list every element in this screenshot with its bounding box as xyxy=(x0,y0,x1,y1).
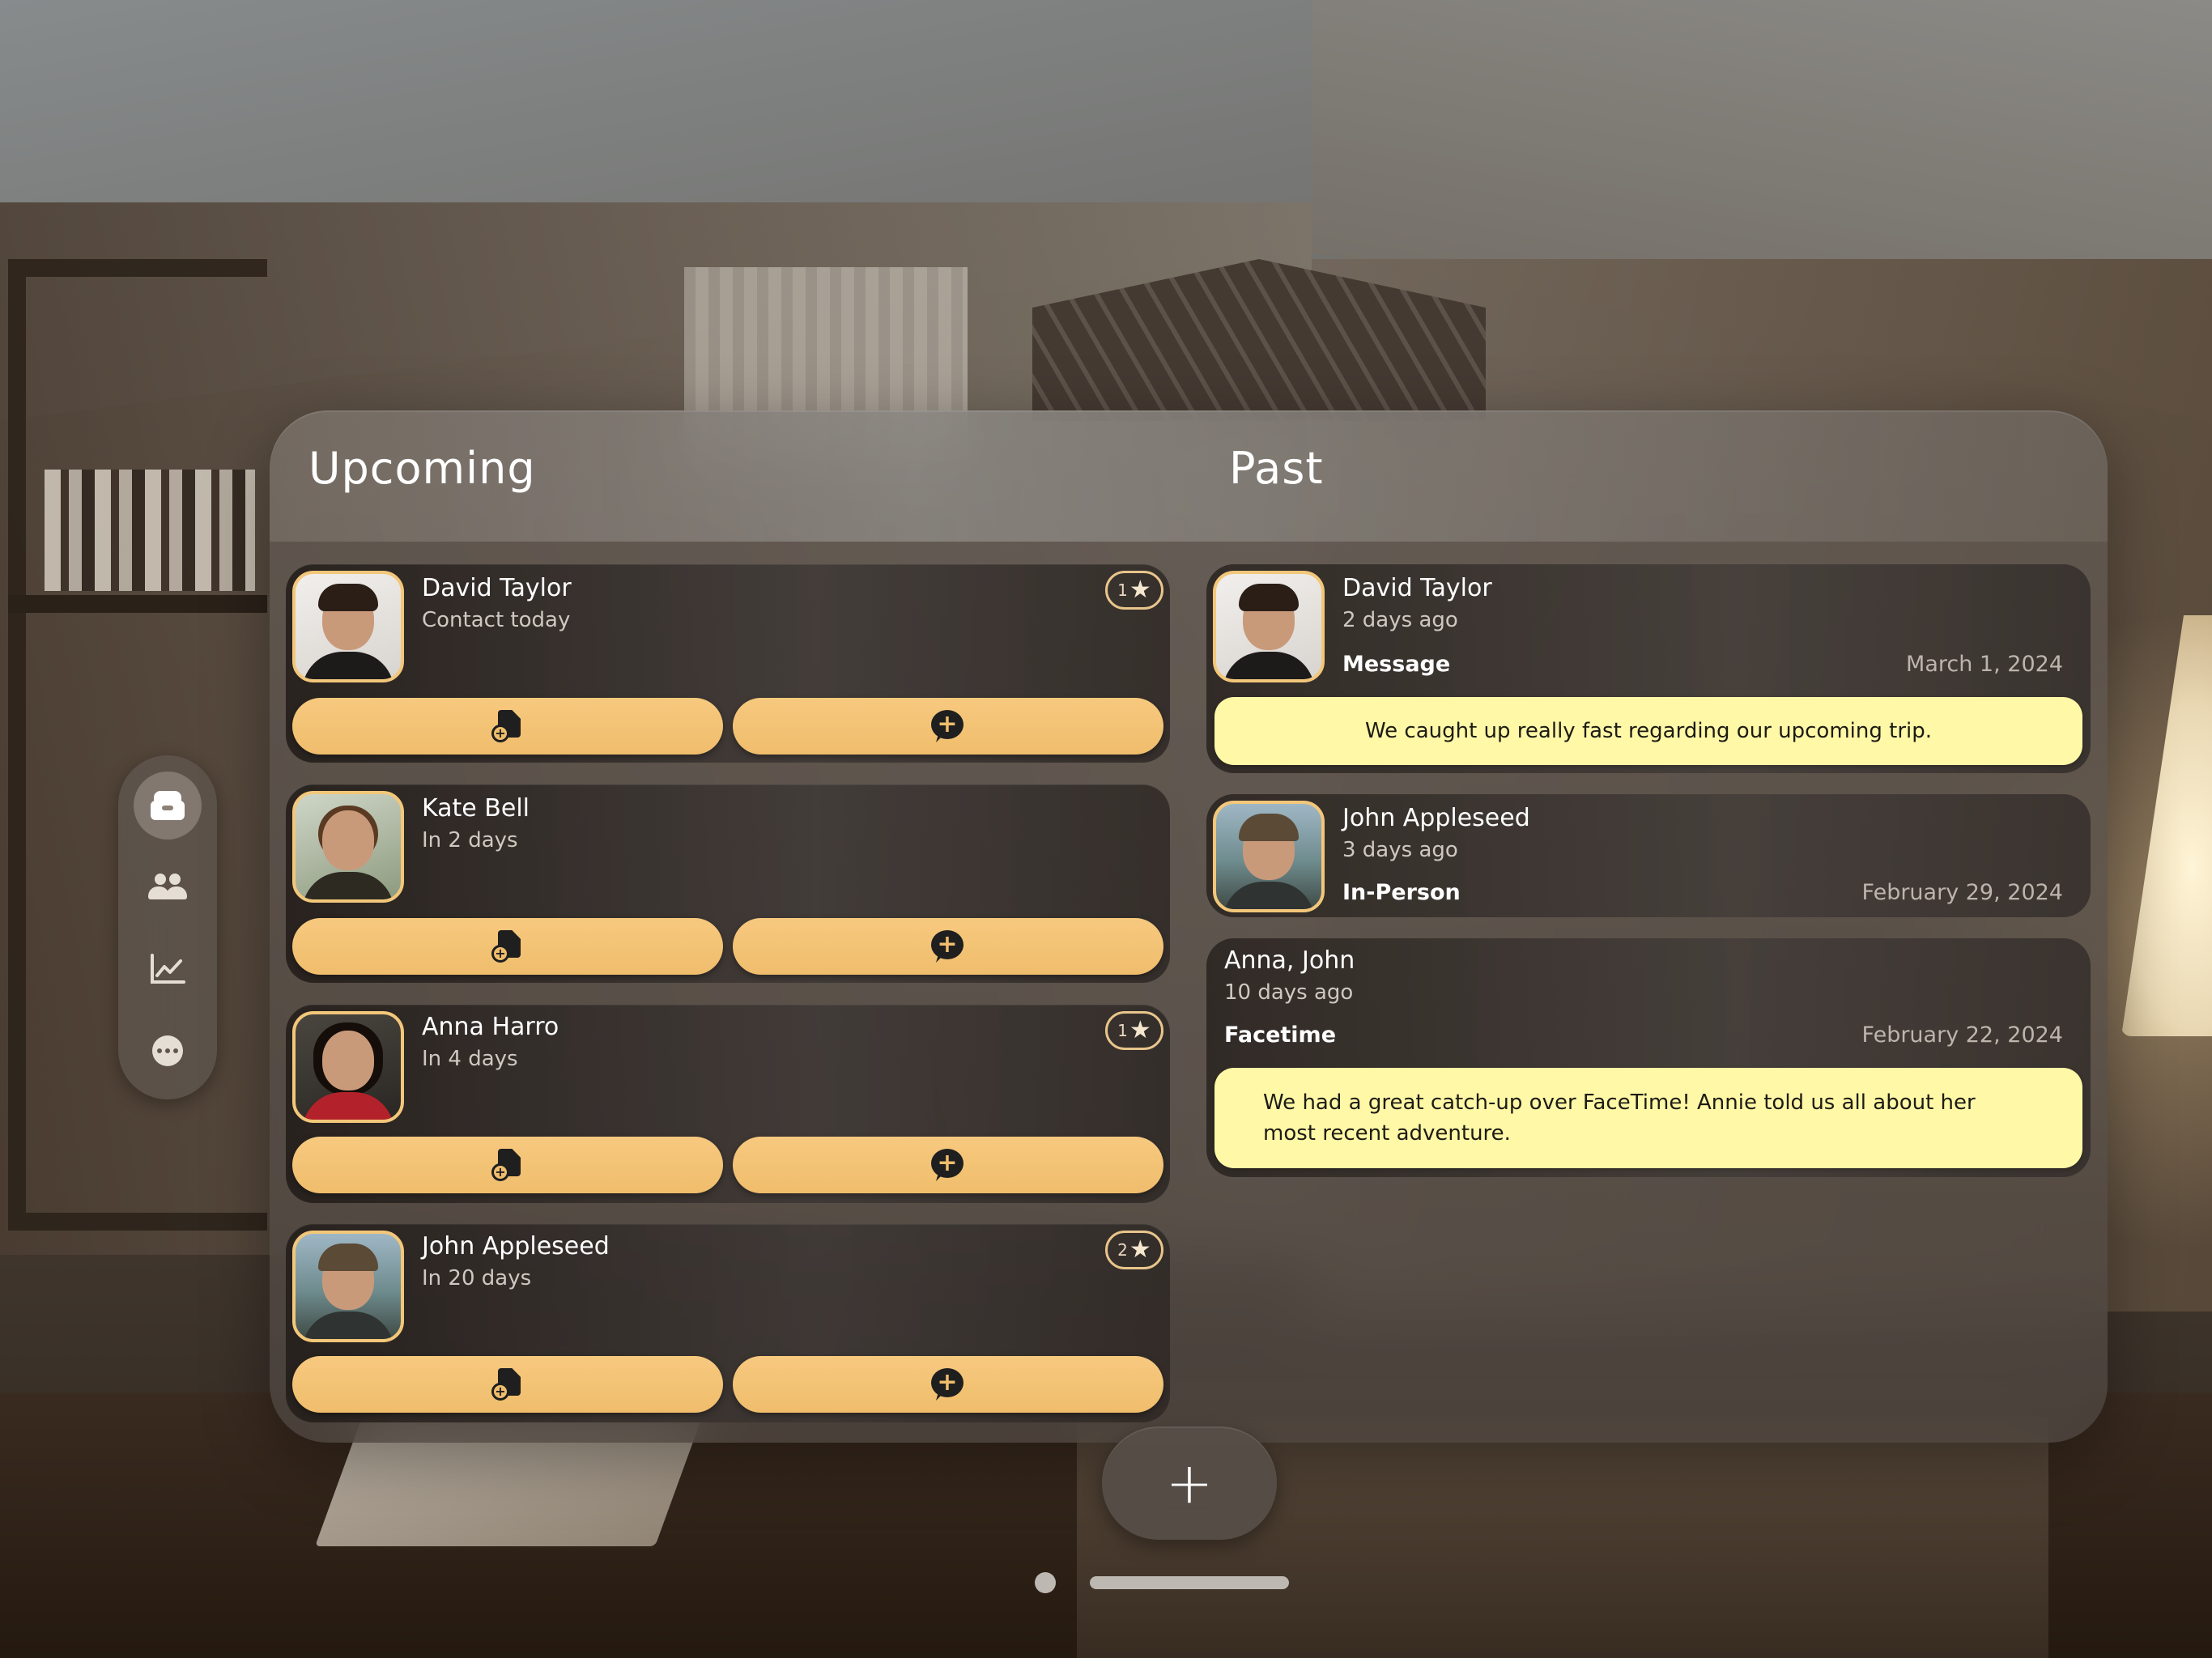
bubble-plus-icon: + xyxy=(931,1149,965,1181)
priority-badge[interactable]: 1 ★ xyxy=(1105,1011,1163,1050)
avatar xyxy=(292,571,404,682)
interaction-note: We caught up really fast regarding our u… xyxy=(1214,697,2082,765)
more-icon xyxy=(152,1035,183,1066)
add-note-button[interactable]: + xyxy=(292,1137,723,1193)
interaction-type: In-Person xyxy=(1342,880,1461,905)
contact-name: Anna Harro xyxy=(422,1013,559,1041)
interaction-date: February 29, 2024 xyxy=(1861,880,2063,905)
interaction-age: 10 days ago xyxy=(1224,980,1354,1005)
add-note-button[interactable]: + xyxy=(292,698,723,755)
add-message-button[interactable]: + xyxy=(733,918,1163,975)
people-icon xyxy=(148,874,187,899)
note-plus-icon: + xyxy=(491,710,524,742)
note-plus-icon: + xyxy=(491,1368,524,1401)
bubble-plus-icon: + xyxy=(931,1368,965,1401)
avatar xyxy=(1213,801,1325,912)
sidebar-item-more[interactable] xyxy=(134,1017,202,1085)
avatar xyxy=(292,791,404,903)
tray-icon xyxy=(151,791,185,820)
add-message-button[interactable]: + xyxy=(733,698,1163,755)
contact-name: David Taylor xyxy=(1342,574,1492,602)
note-plus-icon: + xyxy=(491,930,524,963)
interaction-note: We had a great catch-up over FaceTime! A… xyxy=(1214,1068,2082,1168)
avatar xyxy=(1213,571,1325,682)
past-interaction-david-taylor[interactable]: David Taylor 2 days ago Message March 1,… xyxy=(1206,564,2091,773)
priority-badge[interactable]: 2 ★ xyxy=(1105,1231,1163,1269)
sidebar-item-people[interactable] xyxy=(134,852,202,920)
bubble-plus-icon: + xyxy=(931,930,965,963)
contact-name: Anna, John xyxy=(1224,946,1355,975)
add-note-button[interactable]: + xyxy=(292,1356,723,1413)
upcoming-card-kate-bell[interactable]: Kate Bell In 2 days + + xyxy=(286,784,1170,983)
contact-due: In 2 days xyxy=(422,828,518,852)
header-band xyxy=(270,410,2108,542)
star-icon: ★ xyxy=(1129,1016,1151,1044)
past-interaction-anna-john[interactable]: Anna, John 10 days ago Facetime February… xyxy=(1206,938,2091,1177)
add-interaction-button[interactable]: + xyxy=(1102,1426,1277,1540)
sidebar-item-insights[interactable] xyxy=(134,935,202,1003)
priority-badge[interactable]: 1 ★ xyxy=(1105,571,1163,610)
sidebar xyxy=(118,755,217,1099)
avatar xyxy=(292,1011,404,1123)
interaction-age: 3 days ago xyxy=(1342,838,1458,862)
upcoming-title: Upcoming xyxy=(308,443,536,494)
interaction-date: March 1, 2024 xyxy=(1906,652,2063,677)
contact-due: In 4 days xyxy=(422,1047,518,1071)
upcoming-card-john-appleseed[interactable]: John Appleseed In 20 days 2 ★ + + xyxy=(286,1224,1170,1422)
avatar xyxy=(292,1231,404,1342)
interaction-date: February 22, 2024 xyxy=(1861,1022,2063,1048)
add-message-button[interactable]: + xyxy=(733,1137,1163,1193)
contact-due: Contact today xyxy=(422,608,571,632)
upcoming-card-david-taylor[interactable]: David Taylor Contact today 1 ★ + + xyxy=(286,564,1170,763)
past-interaction-john-appleseed[interactable]: John Appleseed 3 days ago In-Person Febr… xyxy=(1206,794,2091,917)
contact-due: In 20 days xyxy=(422,1266,532,1290)
window-grab-bar[interactable] xyxy=(1090,1576,1289,1589)
sidebar-item-inbox[interactable] xyxy=(134,772,202,840)
chart-icon xyxy=(151,954,185,984)
contact-name: John Appleseed xyxy=(422,1232,610,1261)
priority-count: 2 xyxy=(1117,1240,1128,1260)
star-icon: ★ xyxy=(1129,1235,1151,1264)
contact-name: David Taylor xyxy=(422,574,572,602)
contact-name: Kate Bell xyxy=(422,794,530,823)
bubble-plus-icon: + xyxy=(931,710,965,742)
window-close-dot[interactable] xyxy=(1035,1572,1056,1593)
upcoming-card-anna-harro[interactable]: Anna Harro In 4 days 1 ★ + + xyxy=(286,1005,1170,1203)
note-plus-icon: + xyxy=(491,1149,524,1181)
priority-count: 1 xyxy=(1117,1021,1128,1040)
interaction-age: 2 days ago xyxy=(1342,608,1458,632)
interaction-type: Facetime xyxy=(1224,1022,1337,1048)
interaction-type: Message xyxy=(1342,652,1451,677)
main-window: Upcoming Past David Taylor Contact today… xyxy=(270,410,2108,1443)
past-title: Past xyxy=(1229,443,1324,494)
contact-name: John Appleseed xyxy=(1342,804,1530,832)
priority-count: 1 xyxy=(1117,580,1128,600)
add-note-button[interactable]: + xyxy=(292,918,723,975)
star-icon: ★ xyxy=(1129,576,1151,604)
add-message-button[interactable]: + xyxy=(733,1356,1163,1413)
